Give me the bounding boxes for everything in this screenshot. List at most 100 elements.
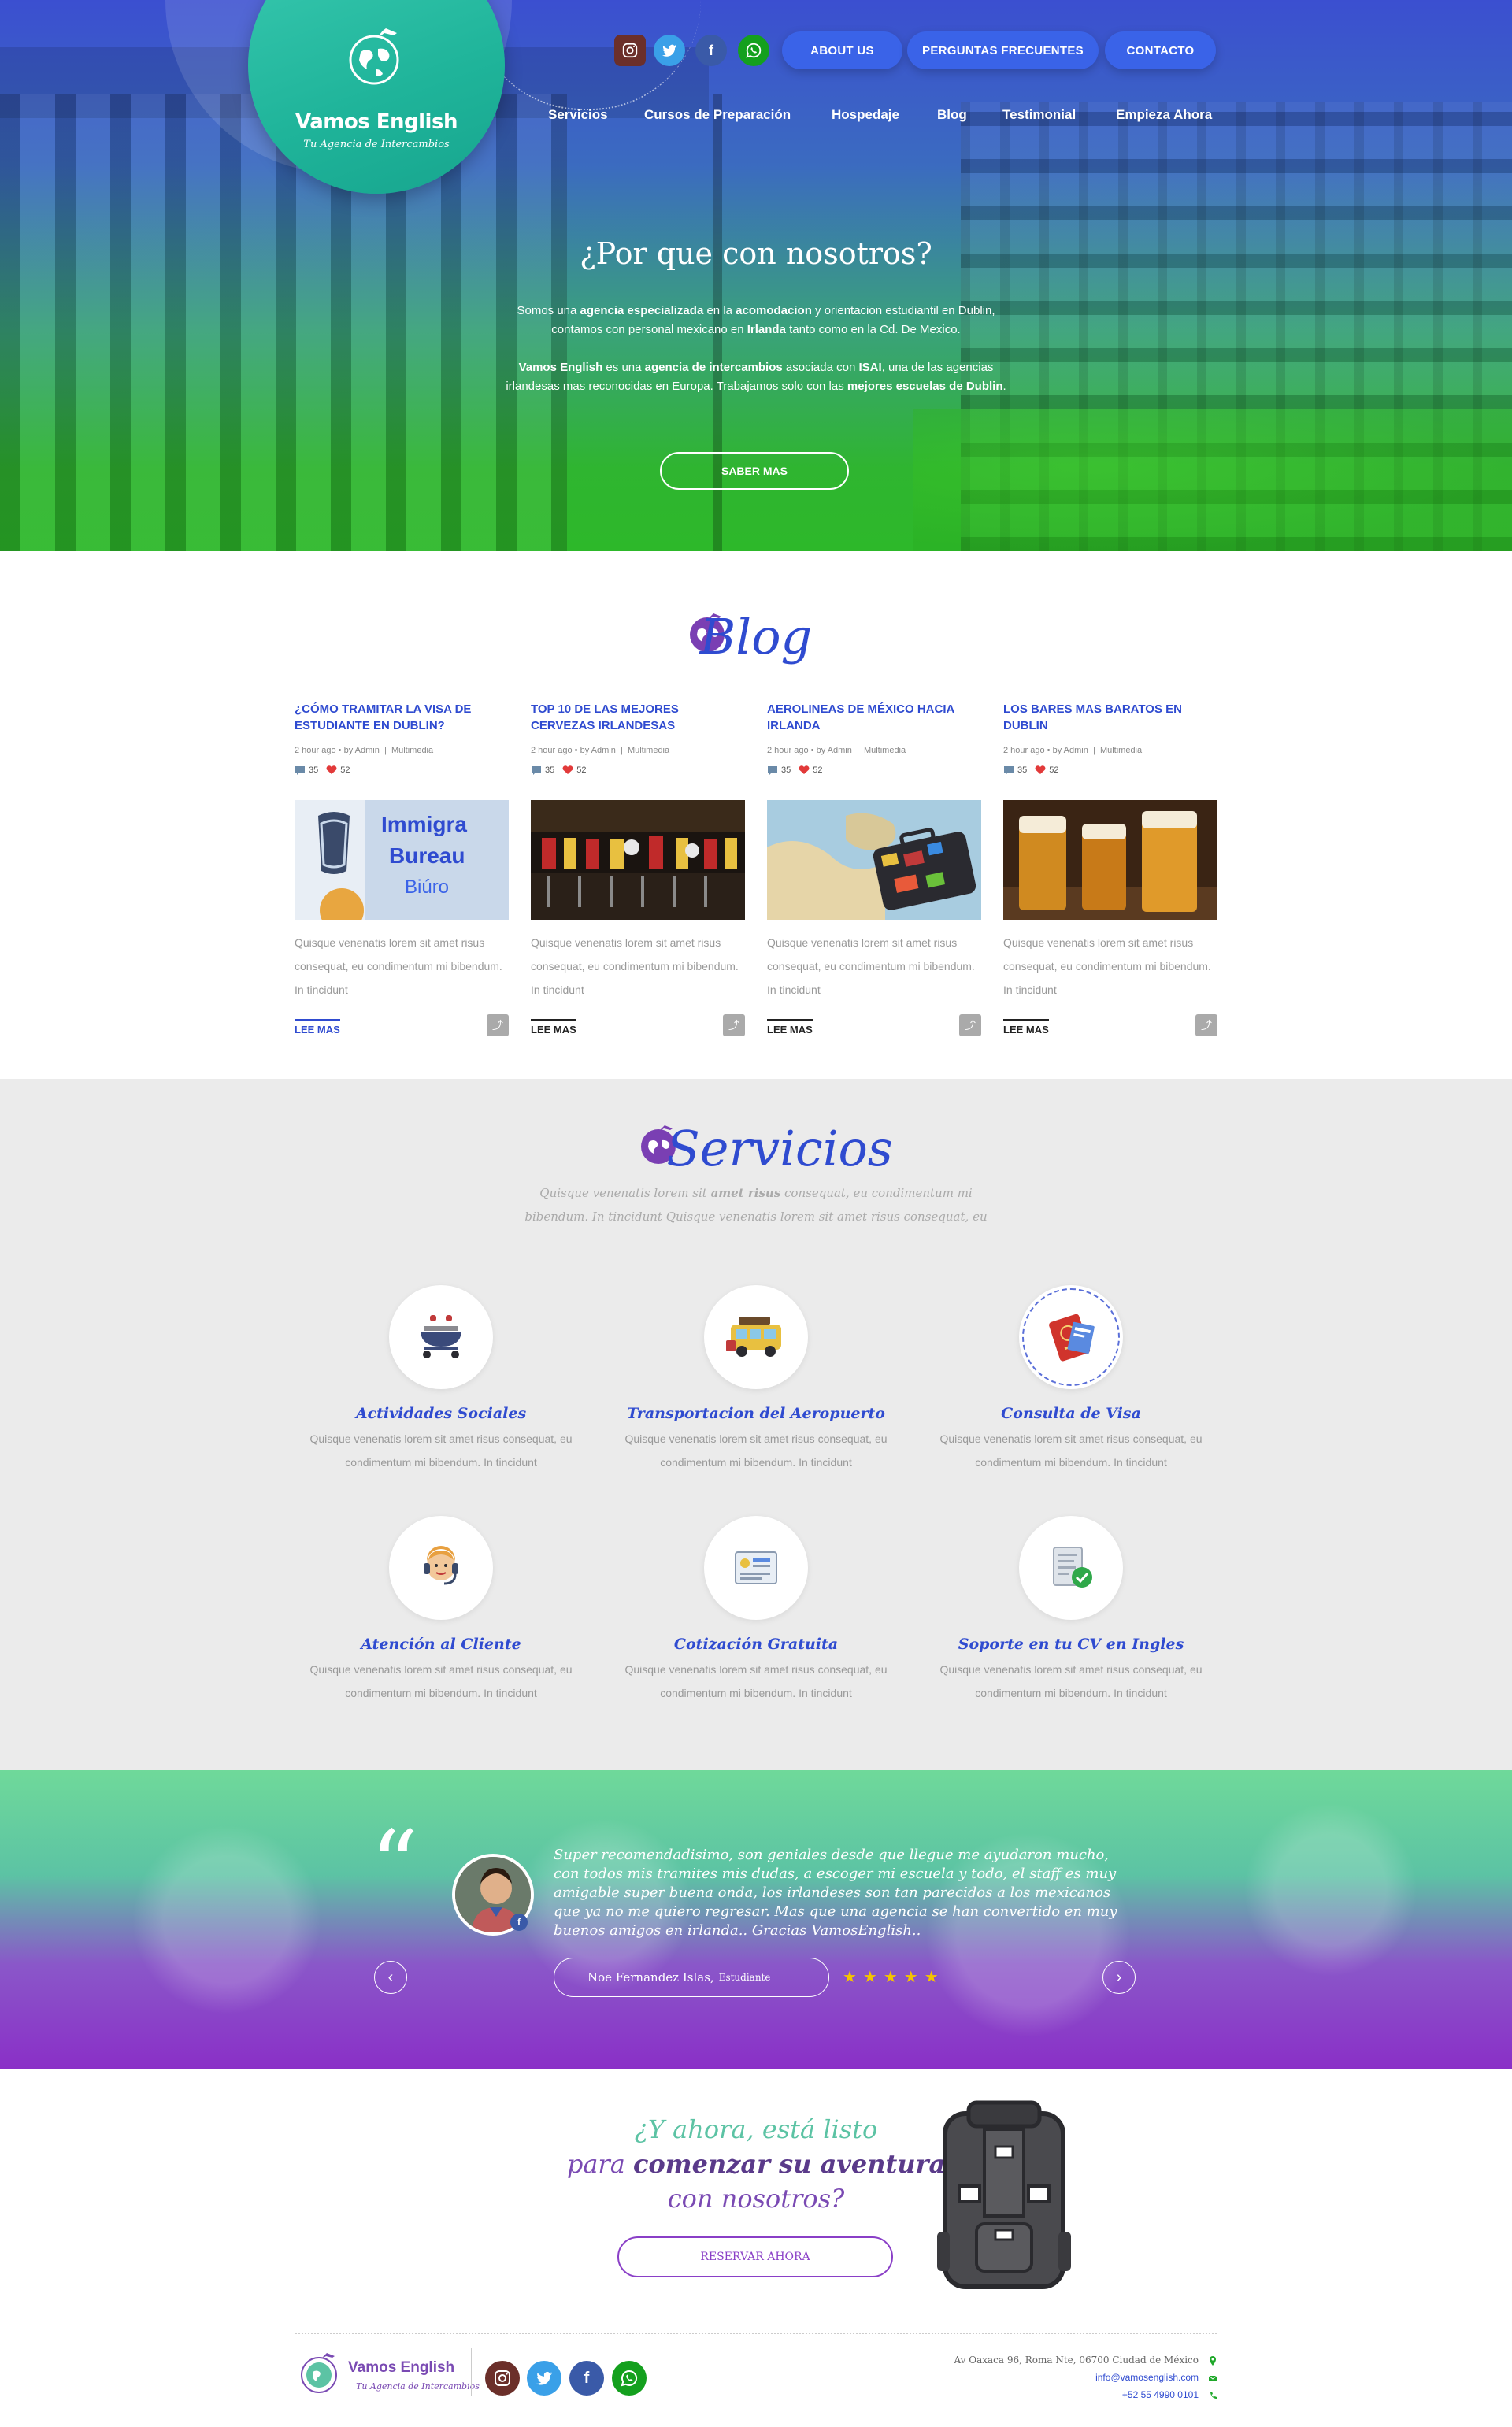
blog-post-title[interactable]: LOS BARES MAS BARATOS EN DUBLIN — [1003, 701, 1217, 734]
service-item[interactable]: Actividades Sociales Quisque venenatis l… — [291, 1285, 591, 1474]
read-more-link[interactable]: LEE MAS — [295, 1019, 340, 1036]
hero-paragraph-1: Somos una agencia especializada en la ac… — [504, 302, 1008, 339]
blog-post-stats: 35 52 — [295, 765, 350, 776]
read-more-link[interactable]: LEE MAS — [767, 1019, 813, 1036]
comments-value: 35 — [781, 765, 791, 775]
nav-blog[interactable]: Blog — [937, 107, 967, 123]
hero-p1-bold: agencia especializada — [580, 304, 704, 317]
instagram-icon[interactable] — [614, 35, 646, 66]
blog-post-image-map-suitcase[interactable] — [767, 800, 981, 920]
hero-p1-text: en la — [703, 304, 736, 317]
svg-text:Biúro: Biúro — [405, 876, 449, 898]
blog-post-title[interactable]: TOP 10 DE LAS MEJORES CERVEZAS IRLANDESA… — [531, 701, 745, 734]
twitter-icon[interactable] — [527, 2361, 561, 2396]
blog-card: ¿CÓMO TRAMITAR LA VISA DE ESTUDIANTE EN … — [295, 701, 509, 1047]
blog-post-title[interactable]: AEROLINEAS DE MÉXICO HACIA IRLANDA — [767, 701, 981, 734]
service-item[interactable]: Cotización Gratuita Quisque venenatis lo… — [606, 1516, 906, 1705]
blog-post-stats: 35 52 — [1003, 765, 1059, 776]
footer-brand-tagline: Tu Agencia de Intercambios — [356, 2381, 480, 2392]
post-by: by — [816, 746, 826, 755]
blog-post-image-immigration[interactable]: Immigra Bureau Biúro — [295, 800, 509, 920]
hero-p2-bold: mejores escuelas de Dublin — [847, 380, 1003, 393]
heart-icon — [799, 765, 810, 775]
post-category[interactable]: Multimedia — [864, 746, 906, 755]
service-item[interactable]: Consulta de Visa Quisque venenatis lorem… — [921, 1285, 1221, 1474]
service-title: Cotización Gratuita — [673, 1636, 839, 1653]
servicios-subtitle: Quisque venenatis lorem sit amet risus c… — [520, 1181, 992, 1228]
facebook-icon[interactable]: f — [695, 35, 727, 66]
contact-button[interactable]: CONTACTO — [1105, 31, 1216, 69]
comment-icon — [532, 766, 541, 776]
saber-mas-button[interactable]: SABER MAS — [660, 452, 849, 490]
prev-arrow-button[interactable]: ‹ — [374, 1961, 407, 1994]
post-category[interactable]: Multimedia — [1100, 746, 1142, 755]
blog-post-meta: 2 hour ago • by Admin | Multimedia — [1003, 746, 1143, 755]
blog-card: TOP 10 DE LAS MEJORES CERVEZAS IRLANDESA… — [531, 701, 745, 1047]
nav-empieza-ahora[interactable]: Empieza Ahora — [1116, 107, 1212, 123]
whatsapp-icon[interactable] — [612, 2361, 647, 2396]
service-title: Consulta de Visa — [1001, 1405, 1141, 1422]
heart-icon — [562, 765, 573, 775]
rating-stars: ★★★★★ — [843, 1969, 945, 1986]
service-item[interactable]: Soporte en tu CV en Ingles Quisque venen… — [921, 1516, 1221, 1705]
comments-count: 35 — [531, 765, 554, 776]
instagram-icon[interactable] — [485, 2361, 520, 2396]
share-icon[interactable]: ⤴ — [723, 1014, 745, 1036]
blog-post-title[interactable]: ¿CÓMO TRAMITAR LA VISA DE ESTUDIANTE EN … — [295, 701, 509, 734]
blog-post-excerpt: Quisque venenatis lorem sit amet risus c… — [767, 936, 975, 996]
nav-testimonial[interactable]: Testimonial — [1002, 107, 1076, 123]
about-us-button[interactable]: ABOUT US — [782, 31, 902, 69]
servicios-subtitle-bold: amet risus — [710, 1186, 781, 1200]
footer-brand-name: Vamos English — [348, 2359, 455, 2376]
heart-icon — [1035, 765, 1046, 775]
blog-post-meta: 2 hour ago • by Admin | Multimedia — [767, 746, 906, 755]
cta-line-2-text: para — [566, 2149, 633, 2179]
service-item[interactable]: Transportacion del Aeropuerto Quisque ve… — [606, 1285, 906, 1474]
service-title: Atención al Cliente — [361, 1636, 521, 1653]
facebook-badge-icon: f — [510, 1914, 528, 1931]
nav-cursos[interactable]: Cursos de Preparación — [644, 107, 791, 123]
likes-value: 52 — [1049, 765, 1059, 775]
globe-plane-logo-icon[interactable] — [295, 2348, 343, 2396]
service-item[interactable]: Atención al Cliente Quisque venenatis lo… — [291, 1516, 591, 1705]
share-icon[interactable]: ⤴ — [487, 1014, 509, 1036]
read-more-link[interactable]: LEE MAS — [1003, 1019, 1049, 1036]
comments-count: 35 — [295, 765, 318, 776]
van-icon — [704, 1285, 808, 1389]
post-author[interactable]: Admin — [355, 746, 380, 755]
nav-hospedaje[interactable]: Hospedaje — [832, 107, 899, 123]
blog-post-image-beer-taps[interactable] — [531, 800, 745, 920]
phone-icon — [1210, 2392, 1217, 2399]
post-author[interactable]: Admin — [1064, 746, 1088, 755]
reservar-ahora-button[interactable]: RESERVAR AHORA — [617, 2236, 893, 2277]
comment-icon — [295, 766, 305, 776]
comments-value: 35 — [1017, 765, 1028, 775]
share-icon[interactable]: ⤴ — [1195, 1014, 1217, 1036]
blog-card: LOS BARES MAS BARATOS EN DUBLIN 2 hour a… — [1003, 701, 1217, 1047]
faq-button[interactable]: PERGUNTAS FRECUENTES — [907, 31, 1099, 69]
nav-servicios[interactable]: Servicios — [548, 107, 608, 123]
hero-trees — [914, 409, 1512, 551]
quote-mark: “ — [370, 1811, 419, 1921]
twitter-icon[interactable] — [654, 35, 685, 66]
service-title: Transportacion del Aeropuerto — [627, 1405, 885, 1422]
post-author[interactable]: Admin — [591, 746, 616, 755]
quote-sheet-icon — [704, 1516, 808, 1620]
testimonial-text: Super recomendadisimo, son geniales desd… — [554, 1847, 1117, 1939]
likes-value: 52 — [340, 765, 350, 775]
service-title: Actividades Sociales — [355, 1405, 527, 1422]
blog-post-meta: 2 hour ago • by Admin | Multimedia — [531, 746, 670, 755]
facebook-icon[interactable]: f — [569, 2361, 604, 2396]
likes-count: 52 — [562, 765, 587, 775]
share-icon[interactable]: ⤴ — [959, 1014, 981, 1036]
next-arrow-button[interactable]: › — [1102, 1961, 1136, 1994]
read-more-link[interactable]: LEE MAS — [531, 1019, 576, 1036]
post-author[interactable]: Admin — [828, 746, 852, 755]
blog-post-image-beer-glasses[interactable] — [1003, 800, 1217, 920]
whatsapp-icon[interactable] — [738, 35, 769, 66]
footer-phone[interactable]: +52 55 4990 0101 — [884, 2389, 1199, 2400]
post-category[interactable]: Multimedia — [628, 746, 669, 755]
post-category[interactable]: Multimedia — [391, 746, 433, 755]
main-nav: Servicios Cursos de Preparación Hospedaj… — [0, 107, 1512, 128]
footer-email[interactable]: info@vamosenglish.com — [884, 2372, 1199, 2383]
